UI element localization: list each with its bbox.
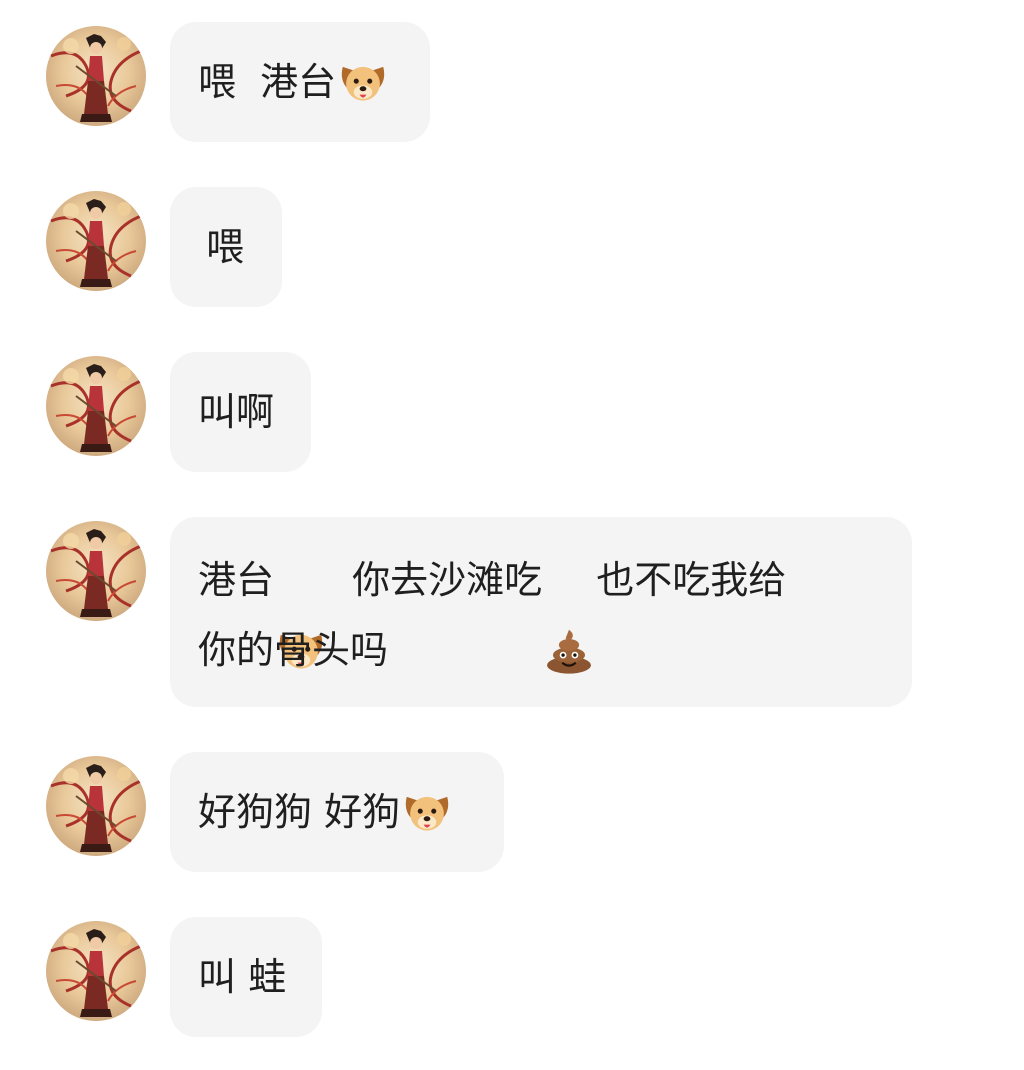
message-bubble[interactable]: 喂 <box>170 187 282 307</box>
sender-avatar[interactable] <box>46 26 146 126</box>
dog-face-icon <box>336 55 390 109</box>
message-text-part: 你去沙滩吃 <box>328 558 543 602</box>
sender-avatar[interactable] <box>46 921 146 1021</box>
message-text: 喂 港台 <box>198 60 337 104</box>
sender-avatar[interactable] <box>46 756 146 856</box>
message-text-part: 港台 <box>198 558 275 602</box>
message-bubble[interactable]: 叫 蛙 <box>170 917 322 1037</box>
sender-avatar[interactable] <box>46 521 146 621</box>
message-text: 叫 蛙 <box>198 955 287 999</box>
sender-avatar[interactable] <box>46 356 146 456</box>
dog-face-icon <box>274 553 328 669</box>
pile-of-poo-icon <box>542 553 596 674</box>
message-text: 喂 <box>206 225 245 269</box>
message-bubble[interactable]: 叫啊 <box>170 352 311 472</box>
message-text: 叫啊 <box>198 390 275 434</box>
message-text: 港台 你去沙滩吃 也不吃我给 你的骨头吗 <box>198 545 786 685</box>
message-bubble[interactable]: 喂 港台 <box>170 22 430 142</box>
message-bubble[interactable]: 港台 你去沙滩吃 也不吃我给 你的骨头吗 <box>170 517 912 707</box>
message-bubble[interactable]: 好狗狗 好狗 <box>170 752 504 872</box>
dog-face-icon <box>400 785 454 839</box>
sender-avatar[interactable] <box>46 191 146 291</box>
message-text: 好狗狗 好狗 <box>198 790 401 834</box>
